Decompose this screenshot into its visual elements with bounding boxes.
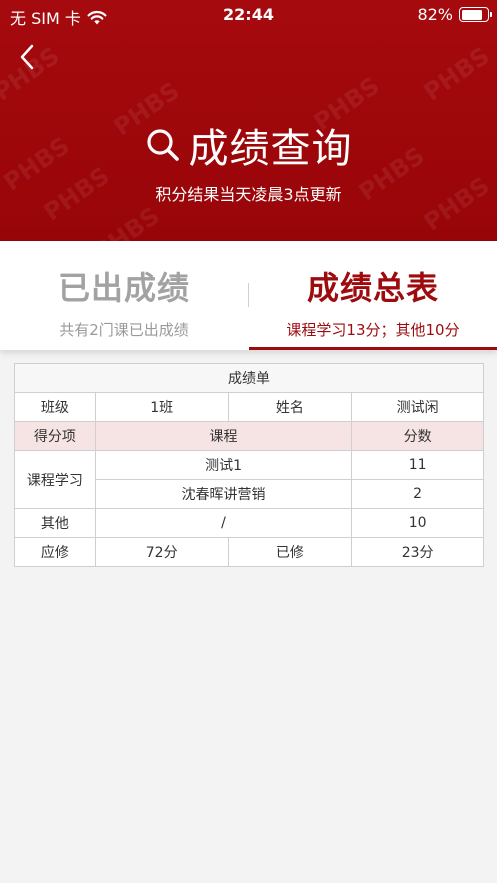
course-name: 测试1 [94, 450, 353, 480]
table-row: 成绩单 [14, 363, 484, 393]
name-label: 姓名 [227, 392, 353, 422]
header-course: 课程 [94, 421, 353, 451]
page-title-row: 成绩查询 [0, 116, 497, 174]
class-value: 1班 [94, 392, 229, 422]
table-row: 其他 / 10 [14, 508, 484, 538]
other-label: 其他 [14, 508, 96, 538]
header-item: 得分项 [14, 421, 96, 451]
table-row: 应修 72分 已修 23分 [14, 537, 484, 567]
grade-table: 成绩单 班级 1班 姓名 测试闲 得分项 课程 分数 课程学习 测试1 11 沈… [14, 363, 484, 567]
back-button[interactable] [14, 40, 44, 74]
search-icon [146, 129, 179, 161]
header-banner: PHBS PHBS PHBS PHBS PHBS PHBS PHBS PHBS … [0, 0, 497, 241]
table-row: 班级 1班 姓名 测试闲 [14, 392, 484, 422]
required-value: 72分 [94, 537, 229, 567]
other-course: / [94, 508, 353, 538]
name-value: 测试闲 [351, 392, 484, 422]
course-name: 沈春晖讲营销 [94, 479, 353, 509]
table-row: 课程学习 测试1 11 [14, 450, 484, 509]
course-score: 2 [351, 479, 484, 509]
table-header-row: 得分项 课程 分数 [14, 421, 484, 451]
active-tab-indicator [249, 347, 497, 350]
page-subtitle: 积分结果当天凌晨3点更新 [155, 185, 342, 204]
tab-released-grades[interactable]: 已出成绩 共有2门课已出成绩 [0, 241, 248, 350]
page-title: 成绩查询 [188, 126, 353, 172]
course-group-label: 课程学习 [14, 450, 96, 509]
watermark: PHBS [88, 201, 165, 241]
chevron-left-icon [20, 44, 34, 70]
battery-percent: 82% [417, 5, 453, 24]
battery-icon [459, 7, 492, 22]
completed-value: 23分 [351, 537, 484, 567]
tab-grade-summary[interactable]: 成绩总表 课程学习13分；其他10分 [249, 241, 497, 350]
tab-title: 已出成绩 [57, 269, 190, 307]
table-caption: 成绩单 [14, 363, 484, 393]
other-score: 10 [351, 508, 484, 538]
tab-bar: 已出成绩 共有2门课已出成绩 成绩总表 课程学习13分；其他10分 [0, 241, 497, 350]
course-score: 11 [351, 450, 484, 480]
watermark: PHBS [418, 41, 495, 107]
completed-label: 已修 [227, 537, 353, 567]
tab-subtitle: 共有2门课已出成绩 [59, 321, 189, 339]
status-bar: 无 SIM 卡 22:44 82% [0, 0, 497, 30]
required-label: 应修 [14, 537, 96, 567]
battery-status: 82% [417, 5, 492, 24]
tab-subtitle: 课程学习13分；其他10分 [286, 321, 460, 339]
tab-title: 成绩总表 [306, 269, 439, 307]
class-label: 班级 [14, 392, 96, 422]
header-score: 分数 [351, 421, 484, 451]
